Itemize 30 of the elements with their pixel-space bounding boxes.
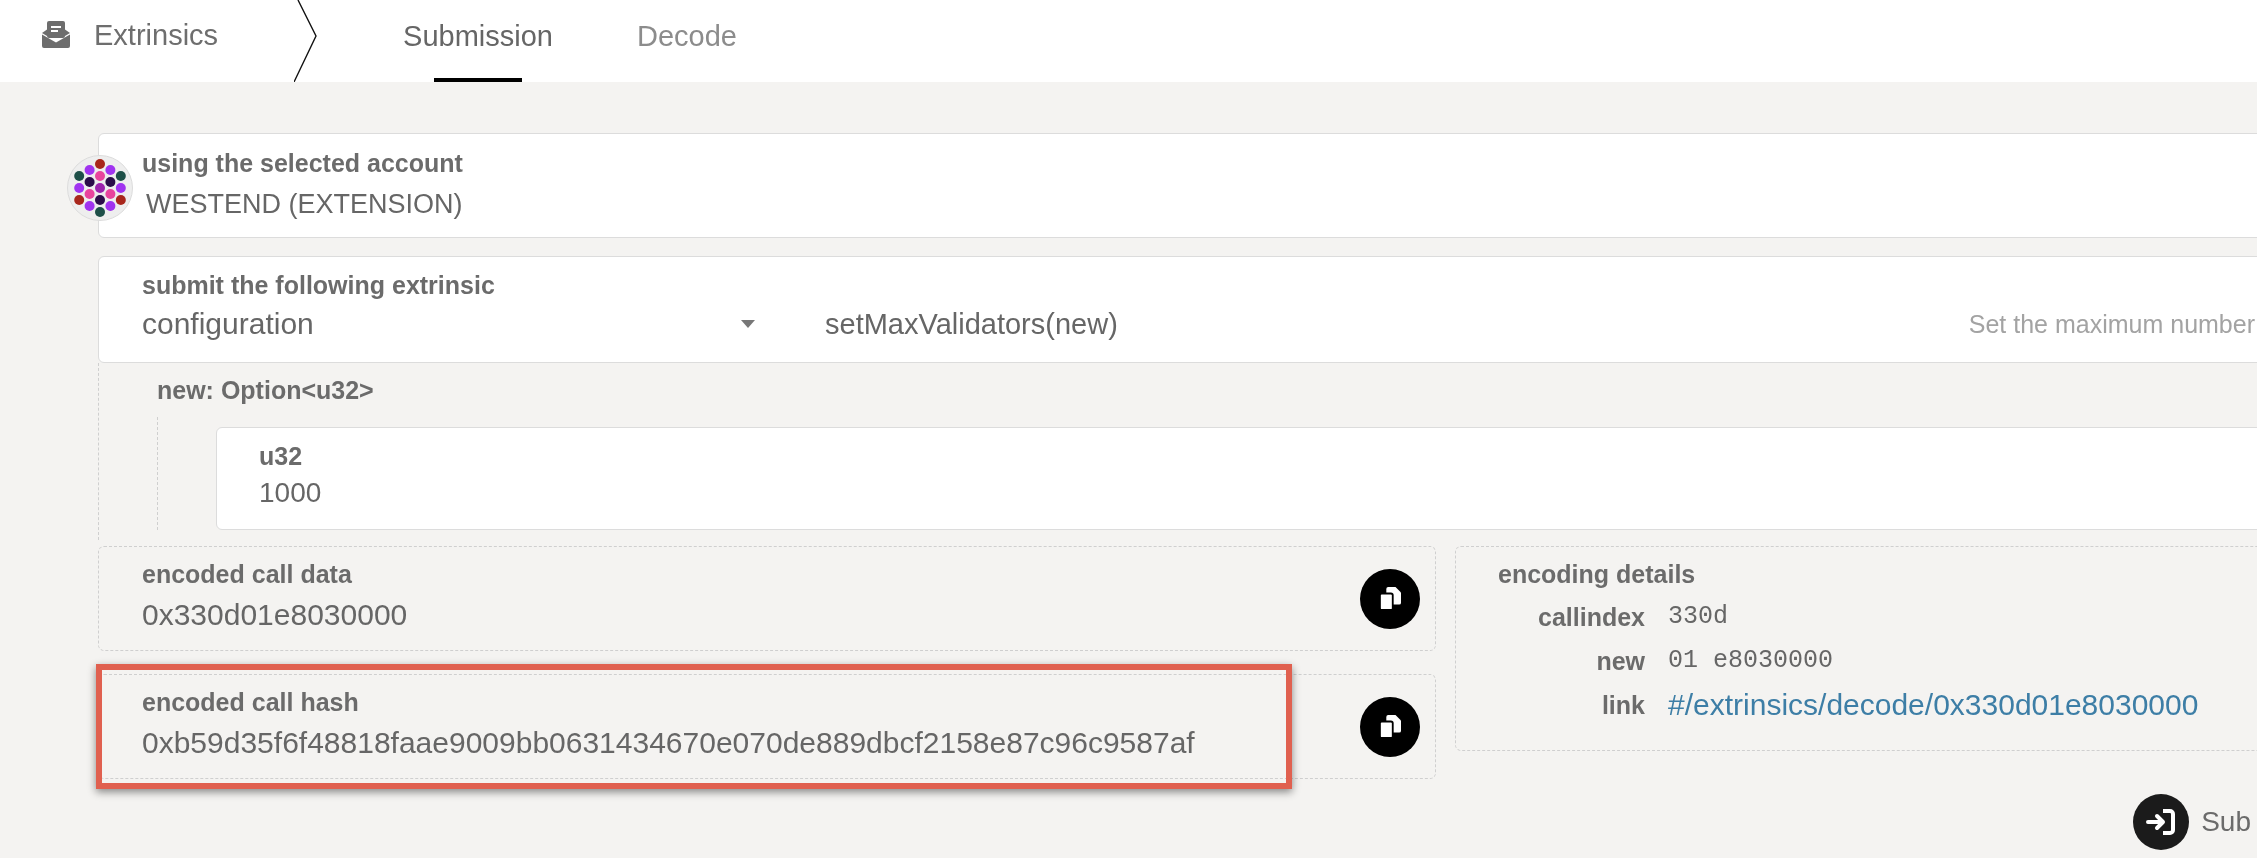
- tab[interactable]: Submission: [403, 0, 553, 82]
- submit-button[interactable]: Sub: [2133, 794, 2251, 850]
- detail-key: callindex: [1538, 599, 1645, 635]
- field-value: 0x330d01e8030000: [142, 598, 408, 632]
- field-label: u32: [259, 441, 303, 471]
- panel-title: encoding details: [1498, 559, 1696, 589]
- param-input-field[interactable]: u32 1000: [216, 427, 2257, 530]
- field-label: encoded call data: [142, 559, 352, 589]
- caret-down-icon: [741, 320, 755, 328]
- detail-value: 01 e8030000: [1668, 645, 1834, 677]
- param-label: new: Option<u32>: [157, 375, 374, 405]
- detail-key: link: [1601, 687, 1645, 723]
- open-envelope-icon: [42, 20, 70, 48]
- copy-icon: [1379, 714, 1401, 739]
- detail-key: new: [1596, 643, 1645, 679]
- field-value: 1000: [259, 477, 322, 509]
- method-description: Set the maximum number: [1968, 309, 2255, 339]
- page-title: Extrinsics: [94, 18, 219, 52]
- detail-value: 330d: [1668, 601, 1728, 633]
- copy-icon: [1379, 586, 1401, 611]
- sign-in-icon: [2133, 794, 2190, 850]
- field-label: submit the following extrinsic: [142, 270, 495, 300]
- method-dropdown[interactable]: setMaxValidators(new): [825, 307, 1118, 341]
- account-selector[interactable]: WESTEND (EXTENSION): [146, 188, 463, 220]
- field-value: 0xb59d35f6f48818faae9009bb0631434670e070de889dbcf2158e87c96c9587af: [142, 726, 1195, 760]
- tab[interactable]: Decode: [637, 0, 737, 82]
- field-label: using the selected account: [142, 148, 463, 178]
- field-label: encoded call hash: [142, 687, 359, 717]
- section-dropdown[interactable]: configuration: [142, 307, 755, 341]
- decode-link[interactable]: #/extrinsics/decode/0x330d01e8030000: [1668, 687, 2199, 723]
